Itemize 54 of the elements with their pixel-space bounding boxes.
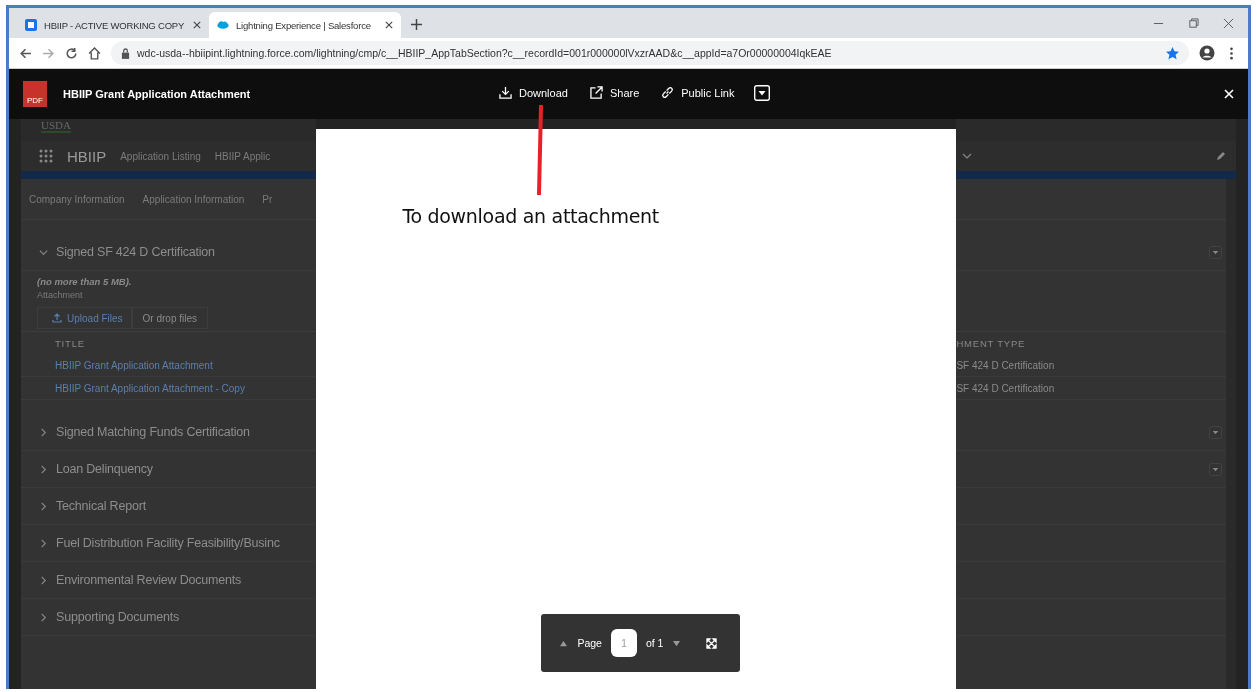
viewer-action-button[interactable]: Download xyxy=(497,84,570,101)
dropdown-icon[interactable] xyxy=(1209,462,1222,476)
reload-icon[interactable] xyxy=(65,46,78,60)
next-page-icon[interactable] xyxy=(672,639,682,647)
nav-tab[interactable]: Application Listing xyxy=(120,150,201,162)
close-icon[interactable] xyxy=(193,21,201,29)
previous-page-icon[interactable] xyxy=(559,639,569,647)
column-header: HMENT TYPE xyxy=(956,337,1026,349)
link-icon xyxy=(661,86,675,99)
new-tab-icon[interactable] xyxy=(411,19,422,30)
file-title: HBIIP Grant Application Attachment xyxy=(63,88,251,100)
upload-icon xyxy=(52,313,62,323)
restore-icon[interactable] xyxy=(1188,18,1199,29)
annotation-text: To download an attachment xyxy=(402,205,659,227)
record-tab[interactable]: Company Information xyxy=(29,193,125,205)
star-icon[interactable] xyxy=(1166,46,1179,60)
document-icon xyxy=(25,19,37,31)
app-name: HBIIP xyxy=(67,147,107,165)
size-note: (no more than 5 MB). xyxy=(37,276,132,287)
nav-tab[interactable]: HBIIP Applic xyxy=(214,150,271,162)
dropdown-button-icon[interactable] xyxy=(754,84,771,101)
page-label: Page xyxy=(577,637,602,649)
record-tab[interactable]: Application Information xyxy=(142,193,245,205)
file-link[interactable]: HBIIP Grant Application Attachment xyxy=(55,359,213,371)
column-header: TITLE xyxy=(55,337,85,349)
record-tab[interactable]: Pr xyxy=(262,193,273,205)
logo: USDA xyxy=(41,119,71,133)
download-icon xyxy=(499,86,512,99)
app-launcher-icon[interactable] xyxy=(39,149,53,163)
dropdown-icon[interactable] xyxy=(1209,425,1222,439)
pencil-icon[interactable] xyxy=(1216,151,1226,161)
account-icon[interactable] xyxy=(1199,45,1215,61)
viewer-action-button[interactable]: Public Link xyxy=(659,84,737,101)
back-icon[interactable] xyxy=(19,46,32,60)
chevron-icon[interactable] xyxy=(962,153,973,159)
field-label: Attachment xyxy=(37,290,83,300)
file-link[interactable]: HBIIP Grant Application Attachment - Copy xyxy=(55,382,245,394)
home-icon[interactable] xyxy=(88,46,101,60)
page-total: of 1 xyxy=(645,637,664,649)
pdf-file-icon: PDF xyxy=(23,81,47,107)
table-cell: SF 424 D Certification xyxy=(956,382,1055,394)
close-icon[interactable] xyxy=(385,21,393,29)
fullscreen-icon[interactable] xyxy=(706,637,718,649)
page-number-field[interactable]: 1 xyxy=(610,629,637,657)
upload-files-button[interactable]: Upload Files xyxy=(37,307,132,329)
cloud-icon xyxy=(217,19,229,31)
drop-zone-text: Or drop files xyxy=(131,307,209,329)
browser-tab[interactable]: Lightning Experience | Salesforce xyxy=(209,12,401,38)
share-icon xyxy=(589,86,603,99)
dropdown-icon[interactable] xyxy=(1209,245,1222,259)
lock-icon xyxy=(121,47,130,59)
browser-tab[interactable]: HBIIP - ACTIVE WORKING COPY xyxy=(17,12,209,38)
viewer-action-button[interactable]: Share xyxy=(587,84,642,101)
table-cell: SF 424 D Certification xyxy=(956,359,1055,371)
